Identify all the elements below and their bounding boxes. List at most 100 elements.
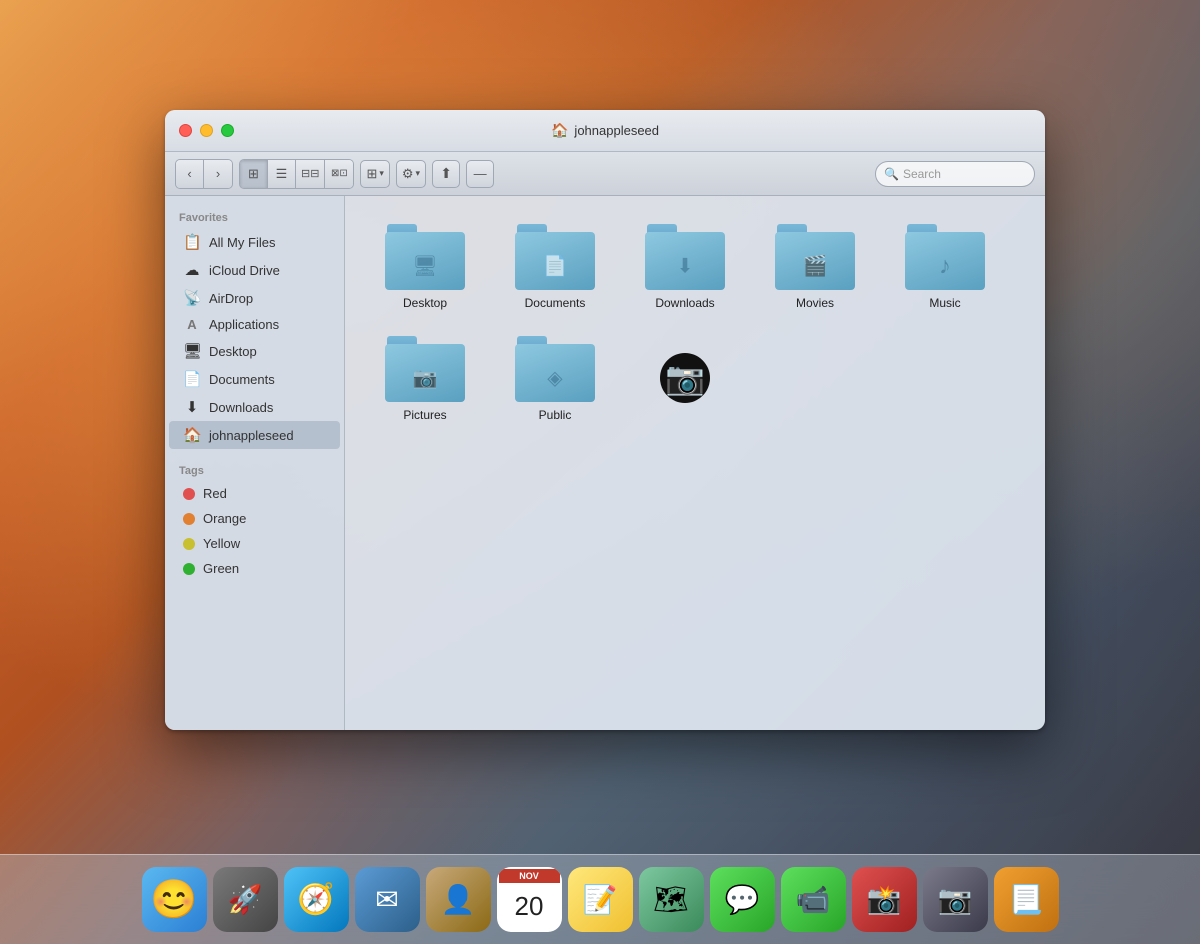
file-item-downloads[interactable]: ⬇ Downloads [625, 216, 745, 318]
file-item-pictures[interactable]: 📷 Pictures [365, 328, 485, 430]
dock-item-finder[interactable]: 😊 [142, 867, 207, 932]
back-button[interactable]: ‹ [176, 160, 204, 188]
file-item-movies[interactable]: 🎬 Movies [755, 216, 875, 318]
folder-downloads-icon: ⬇ [645, 224, 725, 290]
dock-item-safari[interactable]: 🧭 [284, 867, 349, 932]
sidebar-label-applications: Applications [209, 317, 279, 332]
file-label-pictures: Pictures [403, 408, 446, 422]
file-item-documents[interactable]: 📄 Documents [495, 216, 615, 318]
launchpad-icon: 🚀 [228, 883, 263, 916]
folder-desktop-icon: 🖥 [385, 224, 465, 290]
dock: 😊 🚀 🧭 ✉ 👤 NOV 20 📝 🗺 💬 📹 📸 📷 📃 [0, 854, 1200, 944]
sidebar-label-tag-yellow: Yellow [203, 536, 240, 551]
sidebar-item-all-my-files[interactable]: 📋 All My Files [169, 228, 340, 256]
share-icon: ⬆ [440, 165, 452, 182]
close-button[interactable] [179, 124, 192, 137]
dock-item-pages[interactable]: 📃 [994, 867, 1059, 932]
photobooth-icon: 📸 [867, 883, 902, 916]
sidebar-item-airdrop[interactable]: 📡 AirDrop [169, 284, 340, 312]
sidebar-item-tag-green[interactable]: Green [169, 556, 340, 581]
minimize-button[interactable] [200, 124, 213, 137]
search-icon: 🔍 [884, 167, 899, 181]
traffic-lights [179, 124, 234, 137]
sidebar-item-downloads[interactable]: ⬇ Downloads [169, 393, 340, 421]
sidebar-item-tag-yellow[interactable]: Yellow [169, 531, 340, 556]
share-button[interactable]: ⬆ [432, 160, 460, 188]
sidebar-item-tag-orange[interactable]: Orange [169, 506, 340, 531]
file-item-music[interactable]: ♪ Music [885, 216, 1005, 318]
safari-icon: 🧭 [297, 882, 334, 917]
view-column-button[interactable]: ⊟⊟ [296, 160, 325, 188]
folder-pictures-icon: 📷 [385, 336, 465, 402]
tag-red-dot [183, 488, 195, 500]
sidebar-label-icloud-drive: iCloud Drive [209, 263, 280, 278]
finder-window: 🏠 johnappleseed ‹ › ⊞ ☰ ⊟⊟ ⊠⊡ [165, 110, 1045, 730]
sidebar-item-desktop[interactable]: 🖥 Desktop [169, 337, 340, 365]
airdrop-icon: 📡 [183, 289, 201, 307]
sidebar-label-home: johnappleseed [209, 428, 294, 443]
finder-icon: 😊 [150, 878, 197, 922]
sidebar-item-icloud-drive[interactable]: ☁ iCloud Drive [169, 256, 340, 284]
icloud-drive-icon: ☁ [183, 261, 201, 279]
maximize-button[interactable] [221, 124, 234, 137]
applications-icon: A [183, 317, 201, 332]
file-label-public: Public [539, 408, 572, 422]
file-label-desktop: Desktop [403, 296, 447, 310]
folder-public-icon: ◈ [515, 336, 595, 402]
view-arrange-button[interactable]: ⊞ ▾ [360, 160, 389, 188]
sidebar: Favorites 📋 All My Files ☁ iCloud Drive … [165, 196, 345, 730]
sidebar-label-tag-orange: Orange [203, 511, 246, 526]
dock-item-mail[interactable]: ✉ [355, 867, 420, 932]
folder-movies-icon: 🎬 [775, 224, 855, 290]
action-button[interactable]: ⚙ ▾ [396, 160, 426, 188]
back-icon: ‹ [187, 166, 191, 181]
all-my-files-icon: 📋 [183, 233, 201, 251]
file-label-documents: Documents [525, 296, 586, 310]
sidebar-item-tag-red[interactable]: Red [169, 481, 340, 506]
window-title: 🏠 johnappleseed [551, 122, 659, 139]
file-item-public[interactable]: ◈ Public [495, 328, 615, 430]
tag-yellow-dot [183, 538, 195, 550]
sidebar-item-johnappleseed[interactable]: 🏠 johnappleseed [169, 421, 340, 449]
dock-item-camera[interactable]: 📷 [923, 867, 988, 932]
dock-item-notes[interactable]: 📝 [568, 867, 633, 932]
view-cover-button[interactable]: ⊠⊡ [325, 160, 353, 188]
calendar-day: 20 [515, 883, 544, 930]
sidebar-label-desktop: Desktop [209, 344, 257, 359]
view-list-button[interactable]: ☰ [268, 160, 296, 188]
forward-icon: › [216, 166, 220, 181]
view-buttons: ⊞ ☰ ⊟⊟ ⊠⊡ [239, 159, 354, 189]
sidebar-label-tag-green: Green [203, 561, 239, 576]
toolbar: ‹ › ⊞ ☰ ⊟⊟ ⊠⊡ ⊞ ▾ ⚙ ▾ [165, 152, 1045, 196]
view-column-icon: ⊟⊟ [301, 167, 319, 180]
search-box[interactable]: 🔍 Search [875, 161, 1035, 187]
dock-item-photobooth[interactable]: 📸 [852, 867, 917, 932]
dock-item-launchpad[interactable]: 🚀 [213, 867, 278, 932]
title-bar: 🏠 johnappleseed [165, 110, 1045, 152]
view-icon-button[interactable]: ⊞ [240, 160, 268, 188]
sidebar-label-documents: Documents [209, 372, 275, 387]
sidebar-item-documents[interactable]: 📄 Documents [169, 365, 340, 393]
dock-item-messages[interactable]: 💬 [710, 867, 775, 932]
downloads-folder-inner-icon: ⬇ [677, 254, 694, 279]
gear-icon: ⚙ [402, 166, 414, 182]
tag-green-dot [183, 563, 195, 575]
maps-icon: 🗺 [653, 883, 689, 916]
tag-button[interactable]: — [466, 160, 494, 188]
forward-button[interactable]: › [204, 160, 232, 188]
tag-icon: — [474, 166, 487, 181]
tags-header: Tags [165, 459, 344, 481]
search-placeholder: Search [903, 167, 941, 181]
file-item-desktop[interactable]: 🖥 Desktop [365, 216, 485, 318]
dock-item-calendar[interactable]: NOV 20 [497, 867, 562, 932]
pages-icon: 📃 [1009, 883, 1044, 916]
dock-item-contacts[interactable]: 👤 [426, 867, 491, 932]
sidebar-item-applications[interactable]: A Applications [169, 312, 340, 337]
arrange-icon: ⊞ [366, 166, 377, 182]
dock-item-facetime[interactable]: 📹 [781, 867, 846, 932]
documents-folder-inner-icon: 📄 [543, 254, 568, 279]
dock-item-maps[interactable]: 🗺 [639, 867, 704, 932]
arrange-dropdown-icon: ▾ [379, 168, 384, 179]
movies-folder-inner-icon: 🎬 [803, 254, 828, 279]
action-dropdown-icon: ▾ [416, 168, 421, 179]
